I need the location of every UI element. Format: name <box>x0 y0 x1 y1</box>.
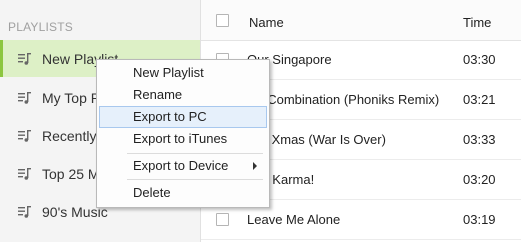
playlist-icon <box>18 205 31 218</box>
playlist-icon <box>18 167 31 180</box>
track-time: 03:20 <box>463 172 496 187</box>
playlist-label: My Top R <box>42 89 101 106</box>
playlists-header: PLAYLISTS <box>8 20 73 34</box>
menu-item-export-to-pc[interactable]: Export to PC <box>99 106 267 128</box>
menu-separator <box>127 179 263 180</box>
track-time: 03:21 <box>463 92 496 107</box>
menu-item-label: Export to Device <box>133 158 229 173</box>
column-header-name[interactable]: Name <box>249 15 284 30</box>
playlist-label: Recently <box>42 127 97 144</box>
track-time: 03:33 <box>463 132 496 147</box>
submenu-arrow-icon <box>253 162 257 170</box>
menu-item-new-playlist[interactable]: New Playlist <box>99 62 267 84</box>
table-header: Name Time <box>201 0 521 41</box>
playlist-icon <box>18 129 31 142</box>
column-header-time[interactable]: Time <box>463 15 491 30</box>
playlist-context-menu: New Playlist Rename Export to PC Export … <box>96 59 270 208</box>
track-name: dly Combination (Phoniks Remix) <box>247 92 440 107</box>
track-time: 03:30 <box>463 52 496 67</box>
track-time: 03:19 <box>463 212 496 227</box>
menu-item-export-to-device[interactable]: Export to Device <box>99 155 267 177</box>
menu-separator <box>127 153 263 154</box>
track-name: Leave Me Alone <box>247 212 341 227</box>
playlist-icon <box>18 91 31 104</box>
playlist-label: Top 25 M <box>42 165 100 182</box>
select-all-checkbox[interactable] <box>216 14 229 27</box>
menu-item-rename[interactable]: Rename <box>99 84 267 106</box>
menu-item-export-to-itunes[interactable]: Export to iTunes <box>99 128 267 150</box>
menu-item-delete[interactable]: Delete <box>99 182 267 204</box>
playlist-icon <box>18 52 31 65</box>
row-checkbox[interactable] <box>216 213 229 226</box>
